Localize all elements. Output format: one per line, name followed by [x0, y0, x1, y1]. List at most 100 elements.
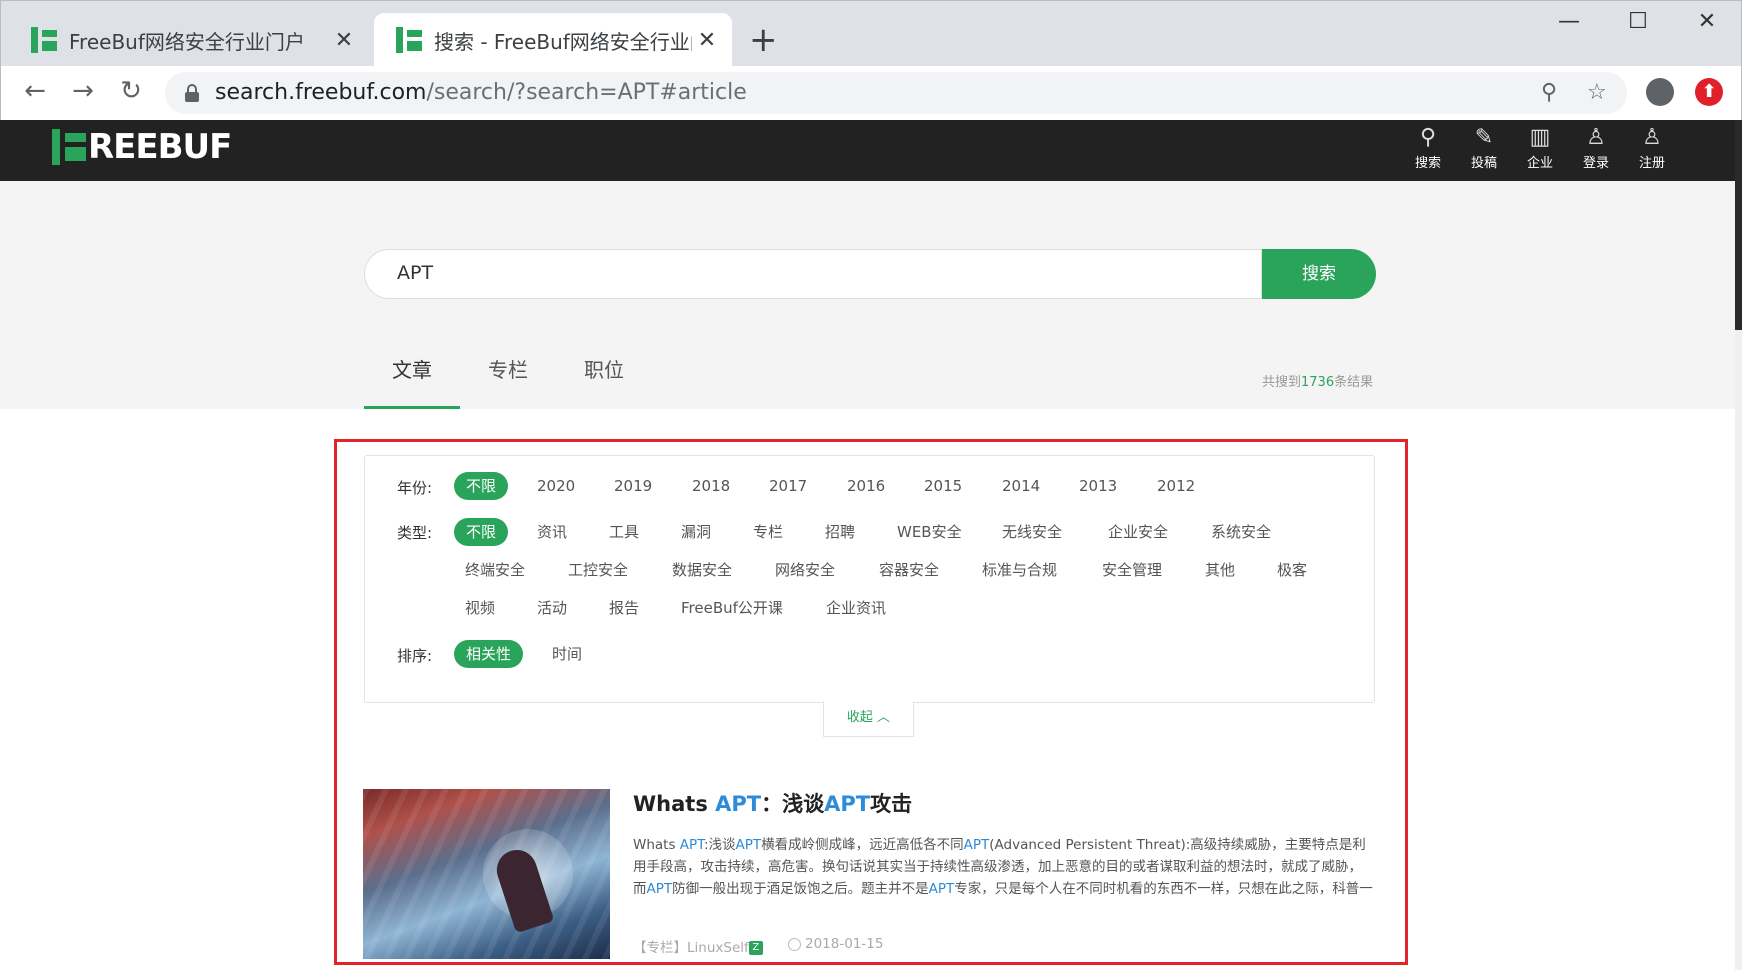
- type-option[interactable]: WEB安全: [885, 518, 974, 546]
- logo-mark-icon: [52, 129, 86, 165]
- type-option[interactable]: 报告: [597, 594, 651, 622]
- tab-jobs[interactable]: 职位: [556, 350, 652, 409]
- type-option[interactable]: 专栏: [741, 518, 795, 546]
- minimize-button[interactable]: —: [1549, 9, 1589, 34]
- search-section: APT 搜索 文章 专栏 职位 共搜到1736条结果: [0, 181, 1735, 409]
- tab-articles[interactable]: 文章: [364, 350, 460, 409]
- type-option[interactable]: 容器安全: [867, 556, 951, 584]
- freebuf-logo[interactable]: REEBUF: [52, 126, 232, 168]
- browser-tab-bar: FreeBuf网络安全行业门户 ✕ 搜索 - FreeBuf网络安全行业门户 ✕…: [0, 0, 1742, 67]
- freebuf-favicon-icon: [396, 27, 422, 53]
- tab-close-icon[interactable]: ✕: [692, 28, 722, 53]
- header-enterprise[interactable]: ▥ 企业: [1516, 124, 1564, 171]
- header-label: 搜索: [1414, 156, 1441, 171]
- header-search[interactable]: ⚲ 搜索: [1404, 124, 1452, 171]
- year-option[interactable]: 2020: [525, 472, 587, 500]
- reload-button[interactable]: ↻: [114, 76, 148, 106]
- header-label: 登录: [1582, 156, 1609, 171]
- type-option[interactable]: 数据安全: [660, 556, 744, 584]
- header-label: 投稿: [1470, 156, 1497, 171]
- page-scrollbar-thumb[interactable]: [1735, 120, 1742, 330]
- type-option[interactable]: 安全管理: [1090, 556, 1174, 584]
- type-option[interactable]: 活动: [525, 594, 579, 622]
- header-submit[interactable]: ✎ 投稿: [1460, 124, 1508, 171]
- year-label: 年份:: [397, 479, 433, 497]
- year-option[interactable]: 不限: [454, 472, 509, 500]
- collapse-button[interactable]: 收起 ︿: [823, 701, 914, 737]
- back-button[interactable]: ←: [18, 76, 52, 106]
- type-option[interactable]: 漏洞: [669, 518, 723, 546]
- address-bar[interactable]: search.freebuf.com/search/?search=APT#ar…: [165, 72, 1627, 114]
- type-label: 类型:: [397, 524, 433, 542]
- search-input[interactable]: APT: [364, 249, 1262, 299]
- type-option[interactable]: 无线安全: [990, 518, 1074, 546]
- type-option[interactable]: 终端安全: [453, 556, 537, 584]
- article-excerpt: Whats APT:浅谈APT横看成岭侧成峰，远近高低各不同APT(Advanc…: [633, 837, 1373, 897]
- url-text: search.freebuf.com/search/?search=APT#ar…: [215, 80, 747, 105]
- article-thumbnail[interactable]: [363, 789, 610, 959]
- user-icon: ♙: [1586, 125, 1606, 150]
- new-tab-button[interactable]: +: [749, 23, 778, 57]
- year-option[interactable]: 2018: [680, 472, 742, 500]
- header-login[interactable]: ♙ 登录: [1572, 124, 1620, 171]
- type-option[interactable]: FreeBuf公开课: [669, 594, 795, 622]
- browser-tab-inactive[interactable]: FreeBuf网络安全行业门户 ✕: [9, 13, 369, 67]
- article-title[interactable]: Whats APT：浅谈APT攻击: [633, 788, 912, 818]
- type-option[interactable]: 招聘: [813, 518, 867, 546]
- result-tabs: 文章 专栏 职位: [364, 350, 652, 409]
- type-option[interactable]: 网络安全: [763, 556, 847, 584]
- result-count: 共搜到1736条结果: [1262, 375, 1374, 390]
- zoom-icon[interactable]: ⚲: [1541, 80, 1557, 105]
- type-option[interactable]: 不限: [454, 518, 509, 546]
- freebuf-favicon-icon: [31, 27, 57, 53]
- year-option[interactable]: 2015: [912, 472, 974, 500]
- tab-title: 搜索 - FreeBuf网络安全行业门户: [434, 29, 692, 54]
- year-option[interactable]: 2014: [990, 472, 1052, 500]
- type-option[interactable]: 其他: [1193, 556, 1247, 584]
- search-button[interactable]: 搜索: [1262, 249, 1376, 299]
- author-badge-icon: Z: [748, 941, 763, 955]
- type-option[interactable]: 企业安全: [1096, 518, 1180, 546]
- browser-toolbar: ← → ↻ search.freebuf.com/search/?search=…: [0, 66, 1742, 120]
- article-author[interactable]: 【专栏】LinuxSelf Z: [633, 936, 763, 956]
- sort-option[interactable]: 时间: [540, 640, 594, 668]
- type-option[interactable]: 企业资讯: [814, 594, 898, 622]
- year-option[interactable]: 2013: [1067, 472, 1129, 500]
- header-label: 注册: [1638, 156, 1665, 171]
- bookmark-star-icon[interactable]: ☆: [1587, 80, 1607, 105]
- window-close-button[interactable]: ✕: [1687, 9, 1727, 34]
- edit-icon: ✎: [1474, 125, 1494, 150]
- forward-button[interactable]: →: [66, 76, 100, 106]
- header-label: 企业: [1526, 156, 1553, 171]
- maximize-button[interactable]: ☐: [1618, 9, 1658, 34]
- site-header: REEBUF ⚲ 搜索 ✎ 投稿 ▥ 企业 ♙ 登录 ♙ 注册: [0, 120, 1742, 181]
- extension-icon[interactable]: ⬆: [1695, 78, 1723, 106]
- article-date: 2018-01-15: [788, 936, 883, 952]
- type-option[interactable]: 极客: [1265, 556, 1319, 584]
- type-option[interactable]: 视频: [453, 594, 507, 622]
- type-option[interactable]: 资讯: [525, 518, 579, 546]
- browser-tab-active[interactable]: 搜索 - FreeBuf网络安全行业门户 ✕: [374, 13, 732, 67]
- building-icon: ▥: [1529, 125, 1551, 150]
- clock-icon: [788, 937, 801, 951]
- type-option[interactable]: 工具: [597, 518, 651, 546]
- user-plus-icon: ♙: [1642, 125, 1662, 150]
- header-register[interactable]: ♙ 注册: [1628, 124, 1676, 171]
- lock-icon[interactable]: [185, 84, 199, 102]
- tab-columns[interactable]: 专栏: [460, 350, 556, 409]
- year-option[interactable]: 2012: [1145, 472, 1207, 500]
- year-option[interactable]: 2016: [835, 472, 897, 500]
- type-option[interactable]: 标准与合规: [970, 556, 1069, 584]
- search-input-value: APT: [397, 262, 434, 284]
- sort-option[interactable]: 相关性: [454, 640, 524, 668]
- search-icon: ⚲: [1419, 125, 1437, 150]
- type-option[interactable]: 系统安全: [1199, 518, 1283, 546]
- year-option[interactable]: 2017: [757, 472, 819, 500]
- tab-title: FreeBuf网络安全行业门户: [69, 29, 305, 54]
- tab-close-icon[interactable]: ✕: [329, 28, 359, 53]
- profile-avatar-icon[interactable]: [1646, 78, 1674, 106]
- logo-text: REEBUF: [88, 127, 232, 167]
- type-option[interactable]: 工控安全: [556, 556, 640, 584]
- sort-label: 排序:: [397, 647, 433, 665]
- year-option[interactable]: 2019: [602, 472, 664, 500]
